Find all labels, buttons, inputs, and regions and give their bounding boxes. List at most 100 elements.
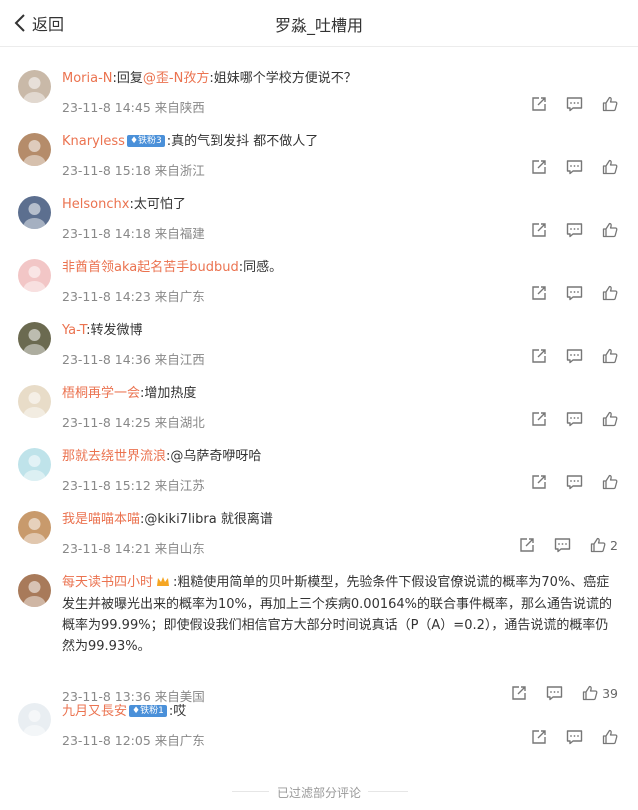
comment-location: 来自湖北: [154, 415, 205, 430]
comment-time: 23-11-8 15:12: [62, 478, 151, 493]
reply-button[interactable]: [566, 159, 583, 175]
like-button[interactable]: [602, 96, 618, 112]
comment-actions: 39: [492, 685, 618, 701]
avatar[interactable]: [18, 322, 51, 355]
comment-icon: [566, 97, 583, 112]
reply-button[interactable]: [566, 285, 583, 301]
comment-meta: 23-11-8 15:12 来自江苏: [62, 475, 205, 494]
comment-text: :姐妹哪个学校方便说不？: [209, 71, 357, 86]
comment-meta: 23-11-8 14:18 来自福建: [62, 223, 205, 242]
comment-icon: [566, 730, 583, 745]
share-button[interactable]: [531, 474, 547, 490]
reply-button[interactable]: [566, 348, 583, 364]
comment-icon: [566, 223, 583, 238]
comment-actions: [512, 96, 618, 112]
divider-right: [368, 791, 408, 792]
avatar[interactable]: [18, 259, 51, 292]
reply-button[interactable]: [554, 537, 571, 553]
comment-username[interactable]: 那就去绕世界流浪: [62, 449, 166, 464]
comment-location: 来自江苏: [154, 478, 205, 493]
like-icon: [602, 411, 618, 427]
like-button[interactable]: 39: [582, 685, 618, 701]
comment-icon: [546, 686, 563, 701]
comment-username[interactable]: 梧桐再学一会: [62, 386, 140, 401]
avatar[interactable]: [18, 385, 51, 418]
like-icon: [602, 222, 618, 238]
comment-text: :哎: [168, 704, 187, 719]
comment-time: 23-11-8 12:05: [62, 733, 151, 748]
comment-username[interactable]: 非酋首领aka起名苦手budbud: [62, 260, 239, 275]
avatar[interactable]: [18, 703, 51, 736]
like-button[interactable]: [602, 729, 618, 745]
comment-username[interactable]: Moria-N: [62, 71, 113, 86]
comment-username[interactable]: 我是喵喵本喵: [62, 512, 140, 527]
comment-icon: [566, 412, 583, 427]
comment-meta: 23-11-8 15:18 来自浙江: [62, 160, 205, 179]
like-button[interactable]: 2: [590, 537, 618, 553]
avatar[interactable]: [18, 511, 51, 544]
share-button[interactable]: [531, 159, 547, 175]
reply-mention[interactable]: @歪-N孜方: [143, 71, 209, 86]
comment-actions: [512, 411, 618, 427]
comment-username[interactable]: 九月又長安: [62, 704, 127, 719]
reply-button[interactable]: [566, 474, 583, 490]
like-button[interactable]: [602, 411, 618, 427]
comment-time: 23-11-8 14:45: [62, 100, 151, 115]
share-button[interactable]: [531, 348, 547, 364]
share-button[interactable]: [511, 685, 527, 701]
reply-button[interactable]: [566, 222, 583, 238]
avatar[interactable]: [18, 196, 51, 229]
share-button[interactable]: [519, 537, 535, 553]
comment-actions: [512, 159, 618, 175]
share-button[interactable]: [531, 411, 547, 427]
reply-button[interactable]: [566, 96, 583, 112]
like-button[interactable]: [602, 348, 618, 364]
comment-username[interactable]: Helsonchx: [62, 197, 129, 212]
share-icon: [532, 349, 546, 363]
comment-icon: [566, 160, 583, 175]
comment-content: Moria-N:回复@歪-N孜方:姐妹哪个学校方便说不？: [62, 68, 620, 90]
comment-text: :增加热度: [140, 386, 197, 401]
like-icon: [602, 96, 618, 112]
avatar[interactable]: [18, 574, 51, 607]
share-button[interactable]: [531, 96, 547, 112]
like-button[interactable]: [602, 285, 618, 301]
share-button[interactable]: [531, 222, 547, 238]
comment-actions: [512, 285, 618, 301]
comment-content: 我是喵喵本喵:@kiki7libra 就很离谱: [62, 509, 620, 531]
reply-button[interactable]: [566, 729, 583, 745]
share-icon: [532, 730, 546, 744]
comment-meta: 23-11-8 14:36 来自江西: [62, 349, 205, 368]
comment-username[interactable]: Knaryless: [62, 134, 125, 149]
avatar[interactable]: [18, 70, 51, 103]
share-button[interactable]: [531, 285, 547, 301]
comment-location: 来自山东: [154, 541, 205, 556]
avatar[interactable]: [18, 448, 51, 481]
filtered-notice: 已过滤部分评论: [0, 782, 638, 802]
comment-text: :转发微博: [86, 323, 143, 338]
comment-text-line: 概率为99.99%；即使假设我们相信官方大部分时间说真话（P（A）=0.2），通…: [62, 618, 609, 633]
comment-username[interactable]: Ya-T: [62, 323, 86, 338]
like-button[interactable]: [602, 159, 618, 175]
reply-button[interactable]: [566, 411, 583, 427]
fan-badge: ♦铁粉1: [129, 705, 167, 717]
comment-meta: 23-11-8 14:23 来自广东: [62, 286, 205, 305]
comment-location: 来自陕西: [154, 100, 205, 115]
share-icon: [532, 223, 546, 237]
share-button[interactable]: [531, 729, 547, 745]
comment-text: :粗糙使用简单的贝叶斯模型，先验条件下假设官僚说谎的概率为70%、癌症: [173, 575, 610, 590]
like-button[interactable]: [602, 222, 618, 238]
like-button[interactable]: [602, 474, 618, 490]
comment-time: 23-11-8 14:25: [62, 415, 151, 430]
like-icon: [602, 474, 618, 490]
comment-username[interactable]: 每天读书四小时: [62, 575, 153, 590]
share-icon: [532, 475, 546, 489]
comment-location: 来自福建: [154, 226, 205, 241]
comment-actions: [512, 474, 618, 490]
divider-left: [232, 791, 272, 792]
reply-button[interactable]: [546, 685, 563, 701]
comment-content: 九月又長安 ♦铁粉1:哎: [62, 701, 620, 723]
comment-content: 梧桐再学一会:增加热度: [62, 383, 620, 405]
avatar[interactable]: [18, 133, 51, 166]
comment-meta: 23-11-8 14:45 来自陕西: [62, 97, 205, 116]
